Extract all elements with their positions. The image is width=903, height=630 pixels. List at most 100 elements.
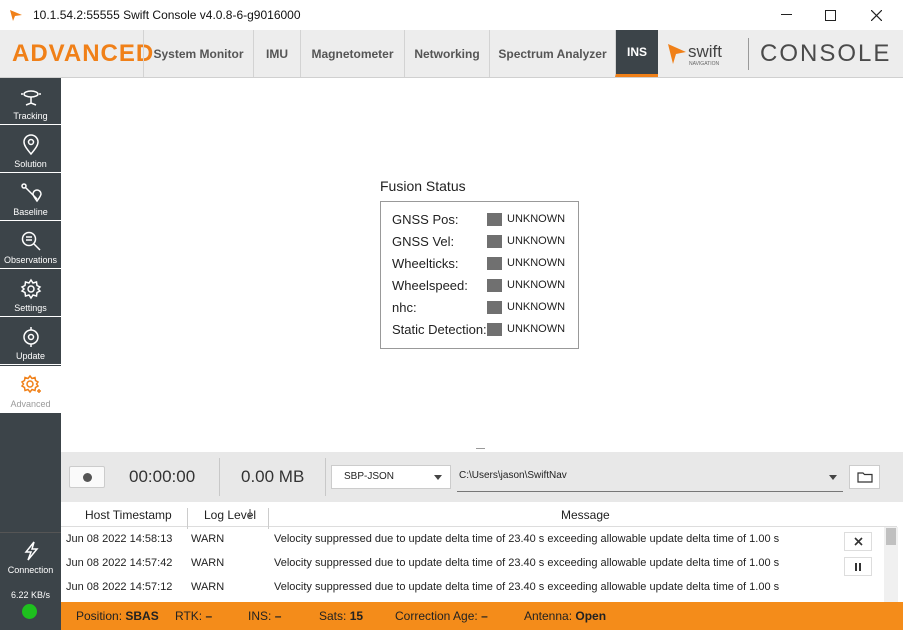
status-indicator (487, 322, 502, 336)
log-level: WARN (191, 533, 225, 545)
location-pin-icon (22, 134, 39, 156)
chevron-down-icon (829, 475, 837, 480)
status-ins: INS: – (248, 609, 281, 623)
fusion-row-wheelspeed: Wheelspeed: UNKNOWN (381, 274, 578, 296)
sidebar-item-advanced[interactable]: Advanced (0, 366, 61, 413)
record-button[interactable] (69, 466, 105, 488)
log-directory-input[interactable]: C:\Users\jason\SwiftNav (457, 464, 843, 492)
tab-spectrum-analyzer[interactable]: Spectrum Analyzer (489, 30, 615, 77)
record-icon (82, 472, 92, 482)
swift-app-icon (10, 10, 22, 21)
log-level: WARN (191, 581, 225, 593)
fusion-status: UNKNOWN (507, 235, 566, 247)
clear-log-button[interactable] (844, 532, 872, 551)
pause-log-button[interactable] (844, 557, 872, 576)
sidebar: Tracking Solution Baseline Observations … (0, 78, 61, 630)
sidebar-item-label: Update (15, 351, 46, 361)
fusion-row-static-detection: Static Detection: UNKNOWN (381, 318, 578, 340)
log-row: Jun 08 2022 14:57:42 WARN Velocity suppr… (61, 551, 841, 575)
tab-system-monitor[interactable]: System Monitor (143, 30, 253, 77)
splitter-handle[interactable] (476, 448, 485, 449)
log-directory-value: C:\Users\jason\SwiftNav (459, 470, 567, 481)
maximize-icon (824, 9, 836, 21)
svg-text:swift: swift (688, 42, 722, 61)
fusion-label: nhc: (392, 299, 417, 315)
sidebar-item-settings[interactable]: Settings (0, 270, 61, 317)
column-divider[interactable] (268, 508, 269, 529)
status-rtk: RTK: – (175, 609, 212, 623)
sidebar-item-label: Observations (3, 255, 58, 265)
data-rate: 6.22 KB/s (10, 590, 51, 600)
tab-imu[interactable]: IMU (253, 30, 300, 77)
column-host-timestamp[interactable]: Host Timestamp (85, 508, 172, 522)
swift-navigation-logo: swift NAVIGATION (668, 42, 722, 67)
folder-icon (856, 472, 873, 483)
fusion-status: UNKNOWN (507, 323, 566, 335)
log-timestamp: Jun 08 2022 14:58:13 (66, 533, 173, 545)
sidebar-item-label: Tracking (13, 111, 48, 121)
log-scrollbar-thumb[interactable] (886, 528, 896, 545)
pause-icon (855, 562, 861, 571)
divider (325, 458, 326, 496)
fusion-label: Wheelspeed: (392, 277, 468, 293)
column-message[interactable]: Message (561, 508, 610, 522)
tab-magnetometer[interactable]: Magnetometer (300, 30, 404, 77)
sidebar-item-update[interactable]: Update (0, 318, 61, 365)
log-format-value: SBP-JSON (344, 471, 395, 482)
console-label: CONSOLE (748, 38, 891, 70)
connection-status-led (22, 604, 37, 619)
gear-icon (20, 278, 41, 300)
minimize-button[interactable] (763, 0, 809, 30)
log-panel: Host Timestamp Log Level Message Jun 08 … (61, 502, 903, 602)
sidebar-item-baseline[interactable]: Baseline (0, 174, 61, 221)
fusion-status: UNKNOWN (507, 279, 566, 291)
fusion-row-nhc: nhc: UNKNOWN (381, 296, 578, 318)
record-timer: 00:00:00 (129, 467, 196, 486)
status-label: INS: (248, 609, 272, 623)
status-value: – (205, 609, 213, 623)
status-value: SBAS (125, 609, 159, 623)
status-correction-age: Correction Age: – (395, 609, 488, 623)
advanced-tab-bar: ADVANCED System Monitor IMU Magnetometer… (0, 30, 903, 78)
status-antenna: Antenna: Open (524, 609, 606, 623)
status-value: – (481, 609, 488, 623)
status-value: – (274, 609, 282, 623)
log-level: WARN (191, 557, 225, 569)
fusion-row-gnss-vel: GNSS Vel: UNKNOWN (381, 230, 578, 252)
sidebar-item-label: Settings (14, 303, 47, 313)
title-bar: 10.1.54.2:55555 Swift Console v4.0.8-6-g… (0, 0, 903, 30)
column-divider[interactable] (187, 508, 188, 529)
fusion-status-title: Fusion Status (380, 178, 466, 194)
svg-text:NAVIGATION: NAVIGATION (689, 61, 719, 67)
section-title: ADVANCED (12, 40, 155, 67)
fusion-status: UNKNOWN (507, 213, 566, 225)
status-indicator (487, 300, 502, 314)
sidebar-item-label: Advanced (10, 399, 51, 409)
maximize-button[interactable] (807, 0, 853, 30)
log-format-select[interactable]: SBP-JSON (331, 465, 451, 489)
sidebar-item-tracking[interactable]: Tracking (0, 78, 61, 125)
log-message: Velocity suppressed due to update delta … (274, 557, 780, 569)
status-label: RTK: (175, 609, 203, 623)
sidebar-item-observations[interactable]: Observations (0, 222, 61, 269)
fusion-label: Static Detection: (392, 321, 487, 337)
fusion-row-gnss-pos: GNSS Pos: UNKNOWN (381, 208, 578, 230)
connection-button[interactable]: Connection (0, 532, 61, 578)
minimize-icon (780, 14, 792, 15)
status-indicator (487, 234, 502, 248)
tab-ins[interactable]: INS (615, 30, 658, 77)
log-row: Jun 08 2022 14:57:12 WARN Velocity suppr… (61, 575, 841, 599)
browse-folder-button[interactable] (849, 465, 880, 489)
status-label: Position: (76, 609, 123, 623)
tab-networking[interactable]: Networking (404, 30, 489, 77)
status-bar: Position: SBAS RTK: – INS: – Sats: 15 Co… (61, 602, 903, 630)
close-icon (870, 9, 882, 21)
log-table-header: Host Timestamp Log Level Message (61, 502, 897, 529)
close-button[interactable] (853, 0, 899, 30)
sidebar-item-solution[interactable]: Solution (0, 126, 61, 173)
clear-icon (853, 537, 863, 546)
update-icon (22, 327, 39, 347)
fusion-status: UNKNOWN (507, 301, 566, 313)
status-indicator (487, 278, 502, 292)
lightning-icon (23, 541, 39, 561)
